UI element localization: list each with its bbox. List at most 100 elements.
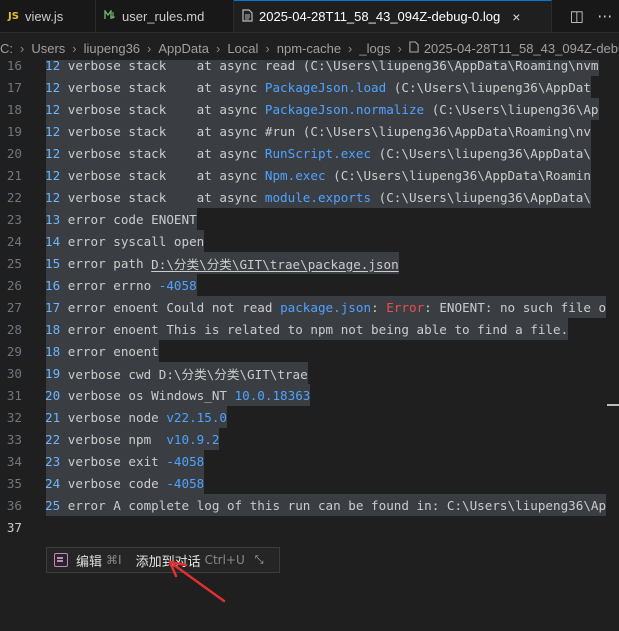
breadcrumb-item[interactable]: Users xyxy=(31,41,65,56)
breadcrumb-item[interactable]: liupeng36 xyxy=(84,41,140,56)
line-number: 37 xyxy=(6,519,22,535)
code-token: verbose stack at async #run (C:\Users\li… xyxy=(60,123,591,139)
tab-view-js[interactable]: JS view.js xyxy=(0,0,96,32)
code-token: -4058 xyxy=(158,277,197,293)
code-token: error A complete log of this run can be … xyxy=(60,497,607,513)
code-token: (C:\Users\liupeng36\Ap xyxy=(424,101,599,117)
code-token: (C:\Users\liupeng36\AppDat xyxy=(386,79,591,95)
log-entry-number: 12 xyxy=(45,123,61,139)
code-token: (C:\Users\liupeng36\AppData\ xyxy=(371,189,591,205)
close-icon[interactable]: × xyxy=(512,9,520,25)
code-token: verbose stack at async xyxy=(60,167,265,183)
log-entry-number: 12 xyxy=(45,79,61,95)
code-line: 19 12 verbose stack at async #run (C:\Use… xyxy=(0,120,619,142)
line-number: 28 xyxy=(6,321,22,337)
code-token: verbose node xyxy=(60,409,167,425)
code-line: 36 25 error A complete log of this run ca… xyxy=(0,494,619,516)
code-line: 25 15 error path D:\分类\分类\GIT\trae\packag… xyxy=(0,252,619,274)
code-token: 10.0.18363 xyxy=(234,387,311,403)
tab-debug-log[interactable]: 2025-04-28T11_58_43_094Z-debug-0.log × xyxy=(234,0,552,32)
code-line: 29 18 error enoent xyxy=(0,340,619,362)
code-token: verbose stack at async xyxy=(60,145,265,161)
tab-bar: JS view.js user_rules.md 2025-04-28T11_5… xyxy=(0,0,619,33)
code-token: v10.9.2 xyxy=(166,431,220,447)
log-entry-number: 12 xyxy=(45,60,61,73)
breadcrumb-separator: › xyxy=(215,40,221,56)
collapse-icon[interactable]: ⤡ xyxy=(255,553,264,567)
code-token: error code ENOENT xyxy=(60,211,197,227)
log-entry-number: 24 xyxy=(45,475,61,491)
code-line: 27 17 error enoent Could not read package… xyxy=(0,296,619,318)
log-entry-number: 12 xyxy=(45,101,61,117)
code-token: RunScript.exec xyxy=(264,145,372,161)
breadcrumb-separator: › xyxy=(265,40,270,56)
log-entry-number: 18 xyxy=(45,343,61,359)
breadcrumb-item[interactable]: 2025-04-28T11_58_43_094Z-debug-0.log xyxy=(424,41,619,56)
line-number: 21 xyxy=(6,167,22,183)
line-text: 12 verbose stack at async PackageJson.no… xyxy=(45,98,599,120)
code-line: 24 14 error syscall open xyxy=(0,230,619,252)
code-line: 21 12 verbose stack at async Npm.exec (C:… xyxy=(0,164,619,186)
tab-user-rules-md[interactable]: user_rules.md xyxy=(96,0,234,32)
log-entry-number: 13 xyxy=(45,211,61,227)
code-token: verbose stack at async xyxy=(60,101,265,117)
code-editor[interactable]: 16 12 verbose stack at async read (C:\Use… xyxy=(0,60,619,631)
code-token: error enoent This is related to npm not … xyxy=(60,321,569,337)
log-entry-number: 22 xyxy=(45,431,61,447)
tab-label: view.js xyxy=(24,8,64,24)
split-editor-icon[interactable]: ◫ xyxy=(570,7,584,25)
log-entry-number: 12 xyxy=(45,167,61,183)
line-text: 19 verbose cwd D:\分类\分类\GIT\trae xyxy=(45,362,308,384)
line-number: 26 xyxy=(6,277,22,293)
edit-button[interactable]: 编辑 xyxy=(76,551,102,570)
line-number: 18 xyxy=(6,101,22,117)
line-text: 13 error code ENOENT xyxy=(45,208,197,230)
breadcrumb-item[interactable]: _logs xyxy=(359,41,390,56)
log-file-icon xyxy=(409,40,419,56)
code-token: error errno xyxy=(60,277,159,293)
log-entry-number: 25 xyxy=(45,497,61,513)
line-number: 33 xyxy=(6,431,22,447)
code-line: 28 18 error enoent This is related to npm… xyxy=(0,318,619,340)
code-token: D:\分类\分类\GIT\trae\package.json xyxy=(151,256,399,272)
log-entry-number: 19 xyxy=(45,365,61,381)
log-entry-number: 23 xyxy=(45,453,61,469)
breadcrumb-separator: › xyxy=(397,40,402,56)
more-actions-icon[interactable]: ⋯ xyxy=(597,7,612,25)
line-text: 22 verbose npm v10.9.2 xyxy=(45,428,220,450)
line-text: 12 verbose stack at async read (C:\Users… xyxy=(45,60,599,76)
breadcrumb-item[interactable]: C: xyxy=(0,41,13,56)
breadcrumb-item[interactable]: Local xyxy=(227,41,258,56)
log-entry-number: 21 xyxy=(45,409,61,425)
code-line: 35 24 verbose code -4058 xyxy=(0,472,619,494)
breadcrumb-separator: › xyxy=(147,40,152,56)
code-token: error syscall open xyxy=(60,233,205,249)
code-line: 23 13 error code ENOENT xyxy=(0,208,619,230)
code-line: 30 19 verbose cwd D:\分类\分类\GIT\trae xyxy=(0,362,619,384)
line-number: 23 xyxy=(6,211,22,227)
code-token: verbose os Windows_NT xyxy=(60,387,235,403)
line-text: 14 error syscall open xyxy=(45,230,205,252)
code-token: verbose stack at async xyxy=(60,189,265,205)
log-entry-number: 20 xyxy=(45,387,61,403)
breadcrumb-separator: › xyxy=(348,40,353,56)
line-number: 30 xyxy=(6,365,22,381)
breadcrumb-separator: › xyxy=(20,40,25,56)
code-line: 18 12 verbose stack at async PackageJson.… xyxy=(0,98,619,120)
breadcrumb-item[interactable]: npm-cache xyxy=(277,41,341,56)
code-token: (C:\Users\liupeng36\AppData\ xyxy=(371,145,591,161)
line-text: 24 verbose code -4058 xyxy=(45,472,205,494)
line-text: 17 error enoent Could not read package.j… xyxy=(45,296,607,318)
code-token: verbose cwd D:\分类\分类\GIT\trae xyxy=(60,366,308,382)
breadcrumb-item[interactable]: AppData xyxy=(158,41,209,56)
line-text: 12 verbose stack at async Npm.exec (C:\U… xyxy=(45,164,591,186)
line-text: 20 verbose os Windows_NT 10.0.18363 xyxy=(45,384,311,406)
code-line: 33 22 verbose npm v10.9.2 xyxy=(0,428,619,450)
code-token: Error xyxy=(386,299,425,315)
code-line: 34 23 verbose exit -4058 xyxy=(0,450,619,472)
code-token: -4058 xyxy=(166,453,205,469)
code-line: 37 xyxy=(0,516,619,538)
markdown-file-icon xyxy=(104,8,116,23)
code-line: 32 21 verbose node v22.15.0 xyxy=(0,406,619,428)
line-text: 12 verbose stack at async #run (C:\Users… xyxy=(45,120,591,142)
